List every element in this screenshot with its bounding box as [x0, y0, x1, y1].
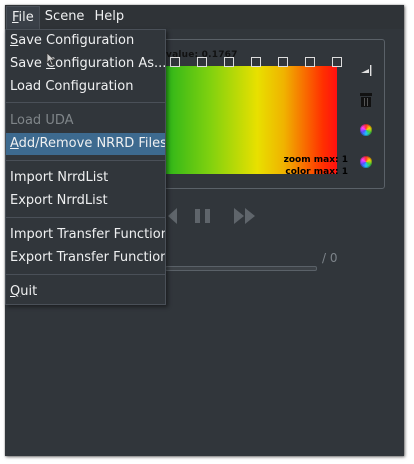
menu-item-mnemonic: Q — [10, 284, 21, 299]
pause-icon[interactable] — [192, 206, 214, 232]
menu-item-load-uda: Load UDA — [6, 110, 165, 132]
menu-bar: File Scene Help — [5, 5, 404, 29]
menu-item-text: Save — [10, 56, 47, 71]
menu-item-text: ave Configuration — [18, 33, 135, 48]
menu-help-mnemonic: H — [94, 9, 105, 24]
menu-item-text: Export Transfer Function — [10, 250, 166, 265]
color-wheel-icon[interactable] — [358, 154, 374, 170]
value-readout: value: 0.1767 — [166, 50, 238, 60]
menu-scene-label: cene — [53, 9, 85, 24]
menu-item-text: Import NrrdList — [10, 170, 109, 185]
menu-item-import-nrrdlist[interactable]: Import NrrdList — [6, 167, 165, 189]
menu-item-mnemonic: A — [10, 136, 19, 151]
color-max-label: color max: 1 — [285, 167, 348, 177]
zoom-max-label: zoom max: 1 — [283, 155, 348, 165]
menu-item-text: dd/Remove NRRD Files — [18, 136, 166, 151]
fast-forward-icon[interactable] — [232, 206, 260, 232]
frame-count-label: / 0 — [322, 251, 338, 265]
menu-file[interactable]: File — [6, 5, 40, 29]
menu-scene[interactable]: Scene — [40, 6, 90, 28]
menu-item-text: Load UDA — [10, 113, 74, 128]
menu-item-text: Import Transfer Function — [10, 227, 166, 242]
control-point[interactable] — [305, 57, 315, 67]
menu-scene-mnemonic: S — [44, 9, 54, 24]
menu-separator — [6, 217, 165, 218]
menu-help-label: elp — [104, 9, 125, 24]
menu-item-text: uit — [20, 284, 38, 299]
menu-separator — [6, 274, 165, 275]
menu-item-text: Export NrrdList — [10, 193, 108, 208]
triangle-picker-icon[interactable] — [358, 62, 374, 78]
frame-slider[interactable] — [165, 266, 317, 271]
control-point[interactable] — [251, 57, 261, 67]
menu-item-add-remove-nrrd-files[interactable]: Add/Remove NRRD Files — [6, 133, 165, 155]
color-wheel-icon[interactable] — [358, 122, 374, 138]
menu-item-text: Load Configuration — [10, 79, 134, 94]
menu-file-label: ile — [18, 9, 34, 25]
trash-icon[interactable] — [358, 92, 374, 108]
menu-item-save-configuration[interactable]: Save Configuration — [6, 30, 165, 52]
menu-item-export-nrrdlist[interactable]: Export NrrdList — [6, 190, 165, 212]
menu-item-quit[interactable]: Quit — [6, 281, 165, 303]
rewind-icon[interactable] — [166, 206, 178, 232]
menu-item-text: onfiguration As... — [55, 56, 166, 71]
menu-item-export-transfer-function[interactable]: Export Transfer Function — [6, 247, 165, 269]
control-point[interactable] — [332, 57, 342, 67]
menu-separator — [6, 102, 165, 103]
menu-item-import-transfer-function[interactable]: Import Transfer Function — [6, 224, 165, 246]
menu-item-save-configuration-as[interactable]: Save Configuration As... — [6, 53, 165, 75]
mouse-cursor-icon — [46, 52, 56, 70]
control-point[interactable] — [278, 57, 288, 67]
menu-item-load-configuration[interactable]: Load Configuration — [6, 76, 165, 98]
menu-help[interactable]: Help — [89, 6, 129, 28]
menu-separator — [6, 160, 165, 161]
file-menu-dropdown: Save Configuration Save Configuration As… — [5, 29, 166, 305]
